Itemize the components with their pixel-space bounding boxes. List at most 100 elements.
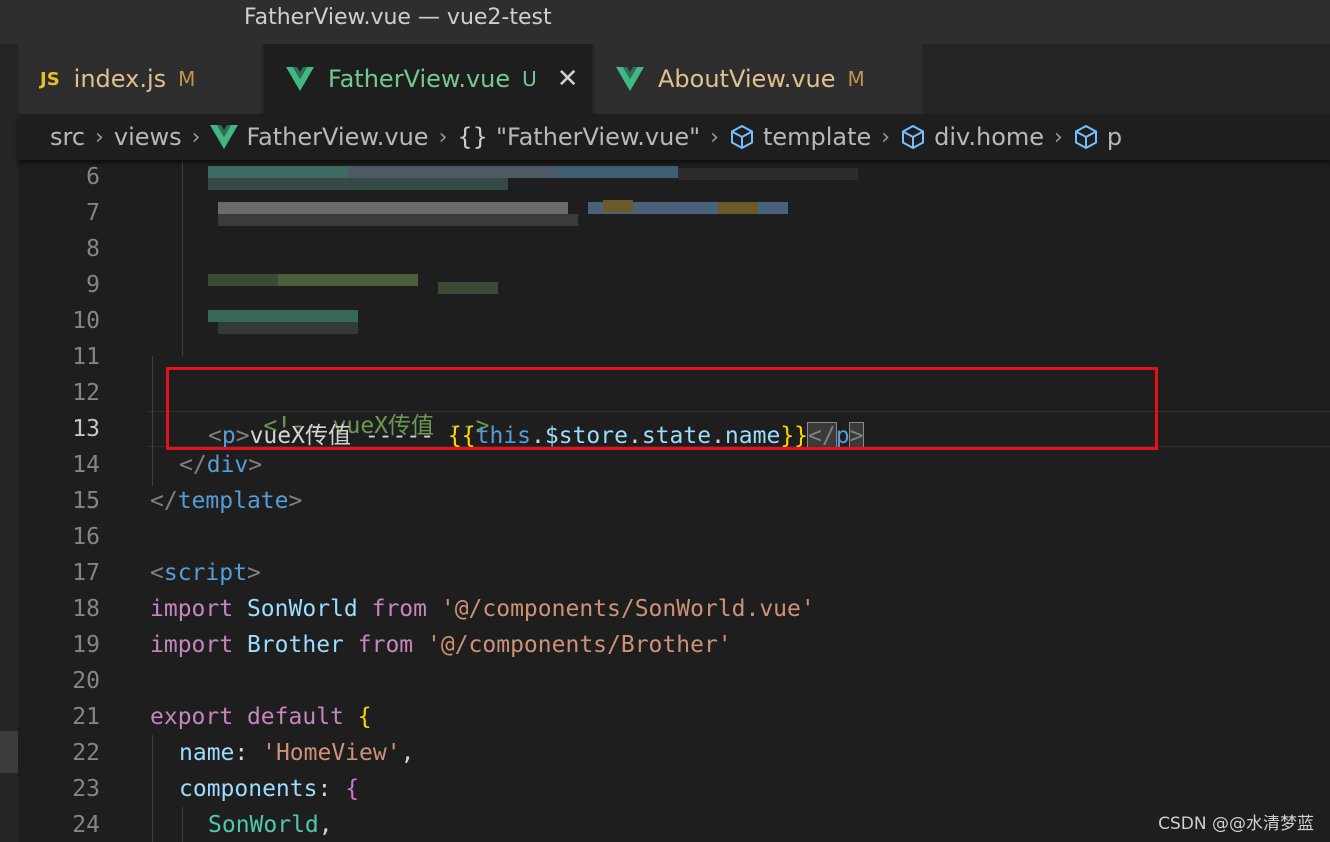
tab-fatherview-vue[interactable]: FatherView.vue U ✕: [264, 44, 592, 114]
colon: :: [234, 740, 263, 766]
indent-guide: [152, 356, 153, 486]
code-line-14: </div>: [179, 452, 262, 478]
chevron-right-icon: ›: [1054, 124, 1063, 150]
tag-bracket: </: [150, 488, 178, 514]
scroll-marker[interactable]: [0, 731, 18, 773]
keyword: import: [150, 596, 234, 622]
line-number-current: 13: [72, 416, 100, 442]
keyword: default: [246, 704, 344, 730]
breadcrumb-item-template[interactable]: template: [729, 123, 871, 151]
vue-icon: [616, 67, 644, 91]
line-number: 14: [72, 452, 100, 478]
code-line-22: name: 'HomeView',: [179, 740, 414, 766]
code-editor[interactable]: 6 7 8 9 10 11 12 13 14 15 16 17 18 19 20…: [18, 160, 1330, 842]
cube-icon: [1074, 124, 1097, 150]
chevron-right-icon: ›: [438, 124, 448, 150]
line-number: 23: [72, 776, 100, 802]
code-line-21: export default {: [150, 704, 372, 730]
line-number: 11: [72, 344, 100, 370]
tag-bracket: >: [248, 452, 263, 478]
window-title: FatherView.vue — vue2-test: [244, 5, 552, 30]
vue-icon: [286, 67, 314, 91]
line-number: 18: [72, 596, 100, 622]
string: 'HomeView': [262, 740, 401, 766]
breadcrumb-item-file[interactable]: FatherView.vue: [210, 123, 429, 151]
git-status-badge: M: [847, 67, 865, 91]
tag-name: template: [177, 488, 289, 514]
code-line-15: </template>: [150, 488, 302, 514]
line-number: 10: [72, 308, 100, 334]
breadcrumb-item-p[interactable]: p: [1073, 123, 1122, 151]
code-line-18: import SonWorld from '@/components/SonWo…: [150, 596, 815, 622]
code-line-24: SonWorld,: [208, 812, 333, 838]
comma: ,: [400, 740, 415, 766]
string: '@/components/SonWorld.vue': [440, 596, 815, 622]
breadcrumb-item-src[interactable]: src: [50, 123, 85, 151]
line-number: 12: [72, 380, 100, 406]
tab-index-js[interactable]: JS index.js M: [18, 44, 262, 114]
code-line-17: <script>: [150, 560, 261, 586]
tag-name: script: [163, 560, 247, 586]
code-line-23: components: {: [179, 776, 359, 802]
identifier: Brother: [246, 632, 344, 658]
vue-icon: [210, 125, 239, 149]
line-number: 6: [86, 164, 100, 190]
string: '@/components/Brother': [427, 632, 732, 658]
cube-icon: [902, 124, 925, 150]
tab-label: FatherView.vue: [328, 65, 511, 93]
indent-guide: [182, 160, 183, 356]
breadcrumb-label: p: [1106, 123, 1123, 151]
line-number: 8: [86, 236, 100, 262]
keyword: import: [150, 632, 234, 658]
colon: :: [317, 776, 346, 802]
close-icon[interactable]: ✕: [557, 64, 579, 94]
line-number: 7: [86, 200, 100, 226]
tag-name: div: [206, 452, 249, 478]
line-number: 22: [72, 740, 100, 766]
tab-aboutview-vue[interactable]: AboutView.vue M: [594, 44, 922, 114]
braces-icon: {}: [457, 123, 488, 151]
chevron-right-icon: ›: [881, 124, 891, 150]
tag-bracket: <: [150, 560, 164, 586]
chevron-right-icon: ›: [95, 124, 104, 150]
brace: {: [345, 776, 360, 802]
line-number: 24: [72, 812, 100, 838]
line-number: 20: [72, 668, 100, 694]
line-number: 15: [72, 488, 100, 514]
indent-guide: [182, 807, 183, 842]
tag-bracket: </: [179, 452, 207, 478]
tab-label: index.js: [73, 65, 167, 93]
keyword: export: [150, 704, 234, 730]
js-file-icon: JS: [40, 68, 60, 90]
breadcrumb-item-views[interactable]: views: [114, 123, 182, 151]
breadcrumb-label: template: [762, 123, 872, 151]
breadcrumb-label: "FatherView.vue": [495, 123, 701, 151]
brace: {: [357, 704, 372, 730]
object-key: components: [179, 776, 318, 802]
cube-icon: [730, 124, 753, 150]
tab-label: AboutView.vue: [658, 65, 836, 93]
object-key: name: [179, 740, 235, 766]
code-line-19: import Brother from '@/components/Brothe…: [150, 632, 732, 658]
chevron-right-icon: ›: [710, 124, 719, 150]
tag-bracket: >: [288, 488, 303, 514]
line-number: 9: [86, 272, 100, 298]
keyword: from: [357, 632, 414, 658]
line-number: 21: [72, 704, 100, 730]
line-number: 17: [72, 560, 100, 586]
left-edge-panel: [0, 44, 18, 842]
breadcrumb-item-div-home[interactable]: div.home: [900, 123, 1044, 151]
breadcrumb-label: FatherView.vue: [246, 123, 429, 151]
identifier: SonWorld: [246, 596, 358, 622]
indent-guide: [152, 735, 153, 842]
git-status-badge: M: [178, 67, 196, 91]
breadcrumb: src › views › FatherView.vue › {} "Fathe…: [18, 114, 1330, 160]
git-status-badge: U: [522, 67, 537, 91]
breadcrumb-label: div.home: [934, 123, 1045, 151]
identifier: SonWorld: [208, 812, 319, 838]
line-number: 19: [72, 632, 100, 658]
title-bar: FatherView.vue — vue2-test: [0, 0, 1330, 44]
breadcrumb-item-module[interactable]: {} "FatherView.vue": [457, 123, 700, 151]
line-number: 16: [72, 524, 100, 550]
watermark: CSDN @@水清梦蓝: [1158, 814, 1314, 834]
